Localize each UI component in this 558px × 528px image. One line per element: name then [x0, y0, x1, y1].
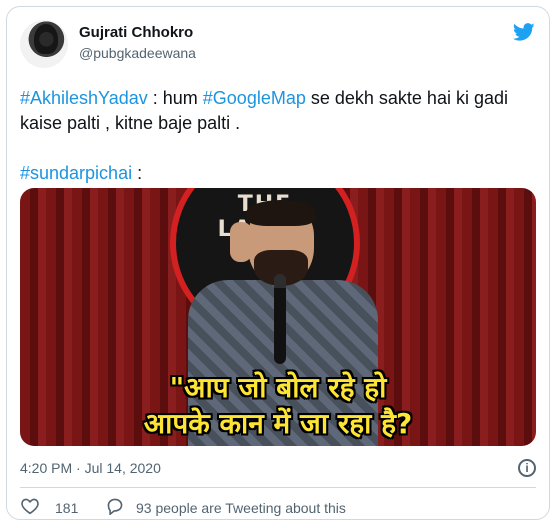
- tweet-text: #AkhileshYadav : hum #GoogleMap se dekh …: [20, 86, 535, 186]
- speech-bubble-icon[interactable]: [105, 497, 125, 515]
- hashtag-link[interactable]: #AkhileshYadav: [20, 88, 148, 108]
- microphone: [274, 274, 286, 364]
- timestamp-link[interactable]: 4:20 PM · Jul 14, 2020: [20, 460, 161, 476]
- comedian-hair: [246, 200, 316, 226]
- divider: [20, 487, 536, 488]
- heart-icon[interactable]: [20, 497, 40, 515]
- talking-count[interactable]: 93 people are Tweeting about this: [136, 500, 346, 516]
- hashtag-link[interactable]: #GoogleMap: [203, 88, 306, 108]
- twitter-bird-icon[interactable]: [512, 21, 536, 43]
- tweet-card[interactable]: Gujrati Chhokro @pubgkadeewana #Akhilesh…: [6, 6, 550, 520]
- info-icon[interactable]: i: [518, 459, 536, 477]
- meme-caption-line2: आपके कान में जा रहा है?: [143, 407, 413, 440]
- like-count[interactable]: 181: [55, 500, 78, 516]
- tweet-text-segment: : hum: [147, 88, 203, 108]
- display-name[interactable]: Gujrati Chhokro: [79, 24, 193, 41]
- comedian-hand: [230, 222, 252, 262]
- tweet-text-segment: :: [132, 163, 143, 183]
- meme-caption-line1: "आप जो बोल रहे हो: [169, 371, 387, 404]
- avatar[interactable]: [20, 20, 68, 68]
- user-handle[interactable]: @pubgkadeewana: [79, 45, 196, 61]
- tweet-media-image[interactable]: THE LAUGH "आप जो बोल रहे हो आपके कान में…: [20, 188, 536, 446]
- hashtag-link[interactable]: #sundarpichai: [20, 163, 132, 183]
